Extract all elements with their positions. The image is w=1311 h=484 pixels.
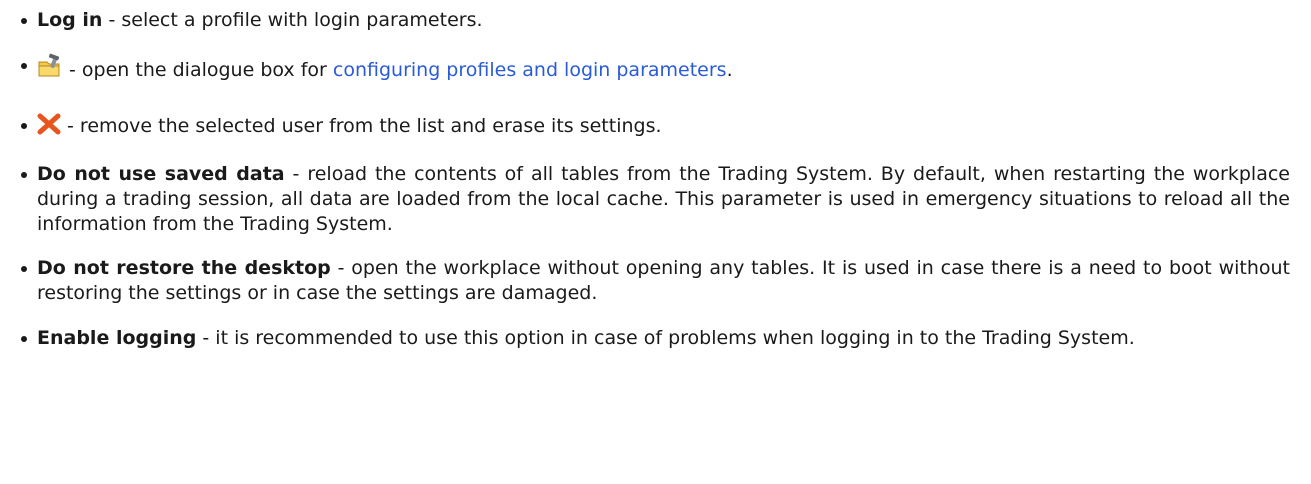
description-remove-user: - remove the selected user from the list…	[61, 115, 662, 137]
configuring-profiles-link[interactable]: configuring profiles and login parameter…	[333, 59, 727, 81]
term-log-in: Log in	[37, 9, 103, 31]
list-item-body: Log in - select a profile with login par…	[0, 8, 1290, 33]
term-enable-logging: Enable logging	[37, 327, 197, 349]
list-item-do-not-restore-desktop: Do not restore the desktop - open the wo…	[0, 256, 1290, 306]
description-profile-settings-before: - open the dialogue box for	[63, 59, 333, 81]
list-item-enable-logging: Enable logging - it is recommended to us…	[0, 326, 1290, 351]
list-item-body: Do not use saved data - reload the conte…	[0, 162, 1290, 237]
list-item-body: Do not restore the desktop - open the wo…	[0, 256, 1290, 306]
description-enable-logging: - it is recommended to use this option i…	[196, 327, 1135, 349]
list-item-body: - open the dialogue box for configuring …	[0, 53, 1290, 86]
term-do-not-restore-desktop: Do not restore the desktop	[37, 257, 331, 279]
list-item-profile-settings: - open the dialogue box for configuring …	[0, 53, 1290, 86]
list-item-body: - remove the selected user from the list…	[0, 113, 1290, 142]
list-item-body: Enable logging - it is recommended to us…	[0, 326, 1290, 351]
description-log-in: - select a profile with login parameters…	[102, 9, 483, 31]
list-item-do-not-use-saved-data: Do not use saved data - reload the conte…	[0, 162, 1290, 237]
profile-settings-icon	[37, 53, 63, 86]
term-do-not-use-saved-data: Do not use saved data	[37, 163, 285, 185]
document-body: Log in - select a profile with login par…	[0, 0, 1311, 484]
list-item-log-in: Log in - select a profile with login par…	[0, 8, 1290, 33]
description-profile-settings-after: .	[726, 59, 733, 81]
remove-icon	[37, 113, 61, 142]
list-item-remove-user: - remove the selected user from the list…	[0, 113, 1290, 142]
